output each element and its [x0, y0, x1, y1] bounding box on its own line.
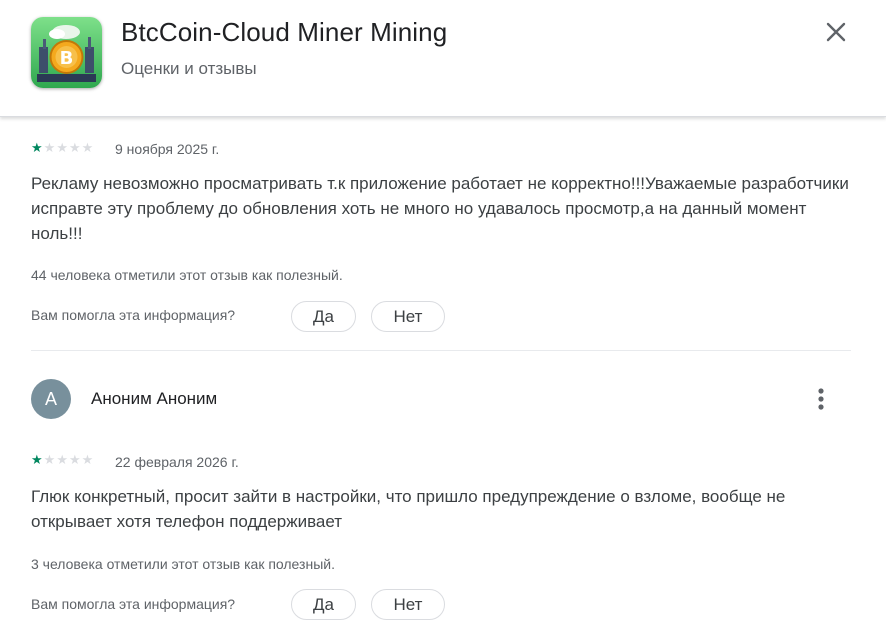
helpful-yes-button[interactable]: Да [291, 301, 356, 332]
star-icon: ★ [31, 140, 43, 155]
bitcoin-miner-app-icon: B [31, 17, 102, 88]
helpful-question: Вам помогла эта информация? [31, 307, 236, 323]
review-date: 9 ноября 2025 г. [115, 141, 220, 157]
divider [31, 350, 851, 351]
app-title: BtcCoin-Cloud Miner Mining [121, 17, 448, 47]
more-vert-icon [818, 388, 824, 410]
star-icon: ★ [56, 452, 68, 467]
star-icon: ★ [81, 452, 94, 467]
helpful-no-button[interactable]: Нет [371, 301, 445, 332]
star-icon: ★ [43, 140, 56, 155]
helpful-count: 44 человека отметили этот отзыв как поле… [31, 267, 343, 283]
star-icon: ★ [43, 452, 56, 467]
star-icon: ★ [81, 140, 94, 155]
svg-text:B: B [60, 48, 74, 69]
more-options-button[interactable] [808, 384, 834, 414]
star-rating: ★ ★ ★ ★ ★ [31, 141, 93, 154]
helpful-no-button[interactable]: Нет [371, 589, 445, 620]
star-icon: ★ [68, 452, 81, 467]
reviews-list[interactable]: ★ ★ ★ ★ ★ 9 ноября 2025 г. Рекламу невоз… [0, 117, 886, 634]
star-rating: ★ ★ ★ ★ ★ [31, 453, 93, 466]
avatar: А [31, 379, 71, 419]
review-author: Аноним Аноним [91, 389, 218, 408]
helpful-question: Вам помогла эта информация? [31, 596, 236, 612]
review-date: 22 февраля 2026 г. [115, 454, 239, 470]
review-text: Глюк конкретный, просит зайти в настройк… [31, 487, 786, 531]
close-button[interactable] [818, 14, 854, 50]
page-subtitle: Оценки и отзывы [121, 59, 257, 78]
helpful-yes-button[interactable]: Да [291, 589, 356, 620]
close-icon [826, 22, 846, 42]
star-icon: ★ [56, 140, 68, 155]
review-text: Рекламу невозможно просматривать т.к при… [31, 174, 849, 243]
helpful-count: 3 человека отметили этот отзыв как полез… [31, 556, 335, 572]
star-icon: ★ [31, 452, 43, 467]
star-icon: ★ [68, 140, 81, 155]
dialog-header: B BtcCoin-Cloud Miner Mining Оценки и от… [0, 0, 886, 117]
